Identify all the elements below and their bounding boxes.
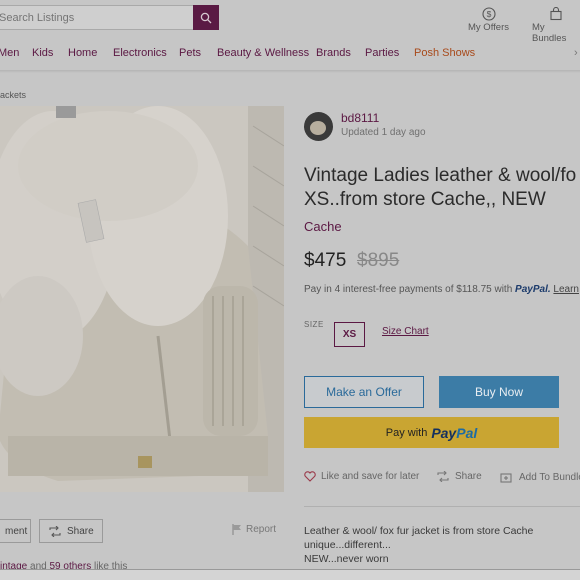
description-line2: unique...different... <box>304 539 391 551</box>
nav-item-parties[interactable]: Parties <box>365 47 399 59</box>
description-line3: NEW...never worn <box>304 553 389 565</box>
report-link[interactable]: Report <box>232 524 276 535</box>
size-chart-link[interactable]: Size Chart <box>382 326 429 337</box>
comment-button[interactable]: ment <box>0 519 31 543</box>
paypal-note-text: Pay in 4 interest-free payments of $118.… <box>304 284 513 295</box>
section-divider <box>304 506 580 507</box>
like-action[interactable]: Like and save for later <box>304 471 419 482</box>
nav-item-beauty-wellness[interactable]: Beauty & Wellness <box>217 47 309 59</box>
paypal-logo-text: PayPal. <box>515 284 551 295</box>
dollar-circle-icon: $ <box>481 6 497 22</box>
nav-divider <box>0 70 580 73</box>
size-option-xs[interactable]: XS <box>334 322 365 347</box>
my-offers-link[interactable]: $ My Offers <box>468 6 509 33</box>
original-price: $895 <box>357 250 400 271</box>
listing-title-line1: Vintage Ladies leather & wool/fo <box>304 165 577 186</box>
brand-link[interactable]: Cache <box>304 219 342 234</box>
add-to-bundle-label: Add To Bundle <box>519 471 580 483</box>
search-input-wrapper[interactable] <box>0 5 194 30</box>
paypal-installment-note: Pay in 4 interest-free payments of $118.… <box>304 284 579 295</box>
breadcrumb[interactable]: ackets <box>0 90 26 100</box>
bundle-add-icon <box>500 473 512 483</box>
paypal-button-prefix: Pay with <box>385 426 428 439</box>
report-label: Report <box>246 524 277 535</box>
pay-with-paypal-button[interactable]: Pay with PayPal <box>304 417 559 448</box>
share-icon <box>437 471 449 482</box>
seller-name[interactable]: bd8111 <box>341 111 379 125</box>
category-nav: Men Kids Home Electronics Pets Beauty & … <box>0 40 580 66</box>
nav-item-brands[interactable]: Brands <box>316 47 351 59</box>
nav-item-home[interactable]: Home <box>68 47 97 59</box>
my-offers-label: My Offers <box>468 22 509 33</box>
share-icon <box>49 525 61 537</box>
buy-now-button[interactable]: Buy Now <box>439 376 559 408</box>
make-offer-button[interactable]: Make an Offer <box>304 376 424 408</box>
nav-scroll-right-icon[interactable]: › <box>574 47 578 59</box>
paypal-logo-pal: Pal <box>456 424 478 441</box>
svg-text:$: $ <box>486 9 491 19</box>
paypal-button-logo: PayPal <box>431 425 477 441</box>
flag-icon <box>232 524 241 535</box>
nav-item-posh-shows[interactable]: Posh Shows <box>414 47 475 59</box>
jacket-image <box>0 106 284 492</box>
share-action-label: Share <box>455 471 482 482</box>
like-action-label: Like and save for later <box>321 471 420 482</box>
add-to-bundle-action[interactable]: Add To Bundle <box>500 471 580 483</box>
listing-price: $475 <box>304 250 347 271</box>
nav-item-men[interactable]: Men <box>0 47 19 59</box>
share-button-label: Share <box>67 525 94 537</box>
heart-icon <box>304 471 316 482</box>
seller-avatar[interactable] <box>304 112 333 141</box>
updated-timestamp: Updated 1 day ago <box>341 127 426 138</box>
comment-button-label: ment <box>5 525 28 537</box>
product-photo[interactable] <box>0 106 284 492</box>
share-action[interactable]: Share <box>436 471 482 482</box>
nav-item-electronics[interactable]: Electronics <box>113 47 167 59</box>
nav-item-kids[interactable]: Kids <box>32 47 53 59</box>
listing-page: $ My Offers My Bundles Men Kids Home Ele… <box>0 0 580 580</box>
nav-item-pets[interactable]: Pets <box>179 47 201 59</box>
search-input[interactable] <box>0 6 194 29</box>
listing-title: Vintage Ladies leather & wool/fo XS..fro… <box>304 164 576 212</box>
bottom-scroll-bar <box>0 569 580 580</box>
listing-description: Leather & wool/ fox fur jacket is from s… <box>304 524 554 566</box>
paypal-logo-pay: Pay <box>431 424 457 441</box>
shopping-bag-icon <box>548 6 564 22</box>
search-icon <box>200 12 212 23</box>
listing-title-line2: XS..from store Cache,, NEW <box>304 189 546 210</box>
paypal-learn-link[interactable]: Learn <box>553 284 579 295</box>
size-label: SIZE <box>304 320 324 329</box>
search-button[interactable] <box>193 5 219 30</box>
share-button[interactable]: Share <box>39 519 103 543</box>
my-bundles-link[interactable]: My Bundles <box>532 6 580 44</box>
description-line1: Leather & wool/ fox fur jacket is from s… <box>304 525 534 537</box>
